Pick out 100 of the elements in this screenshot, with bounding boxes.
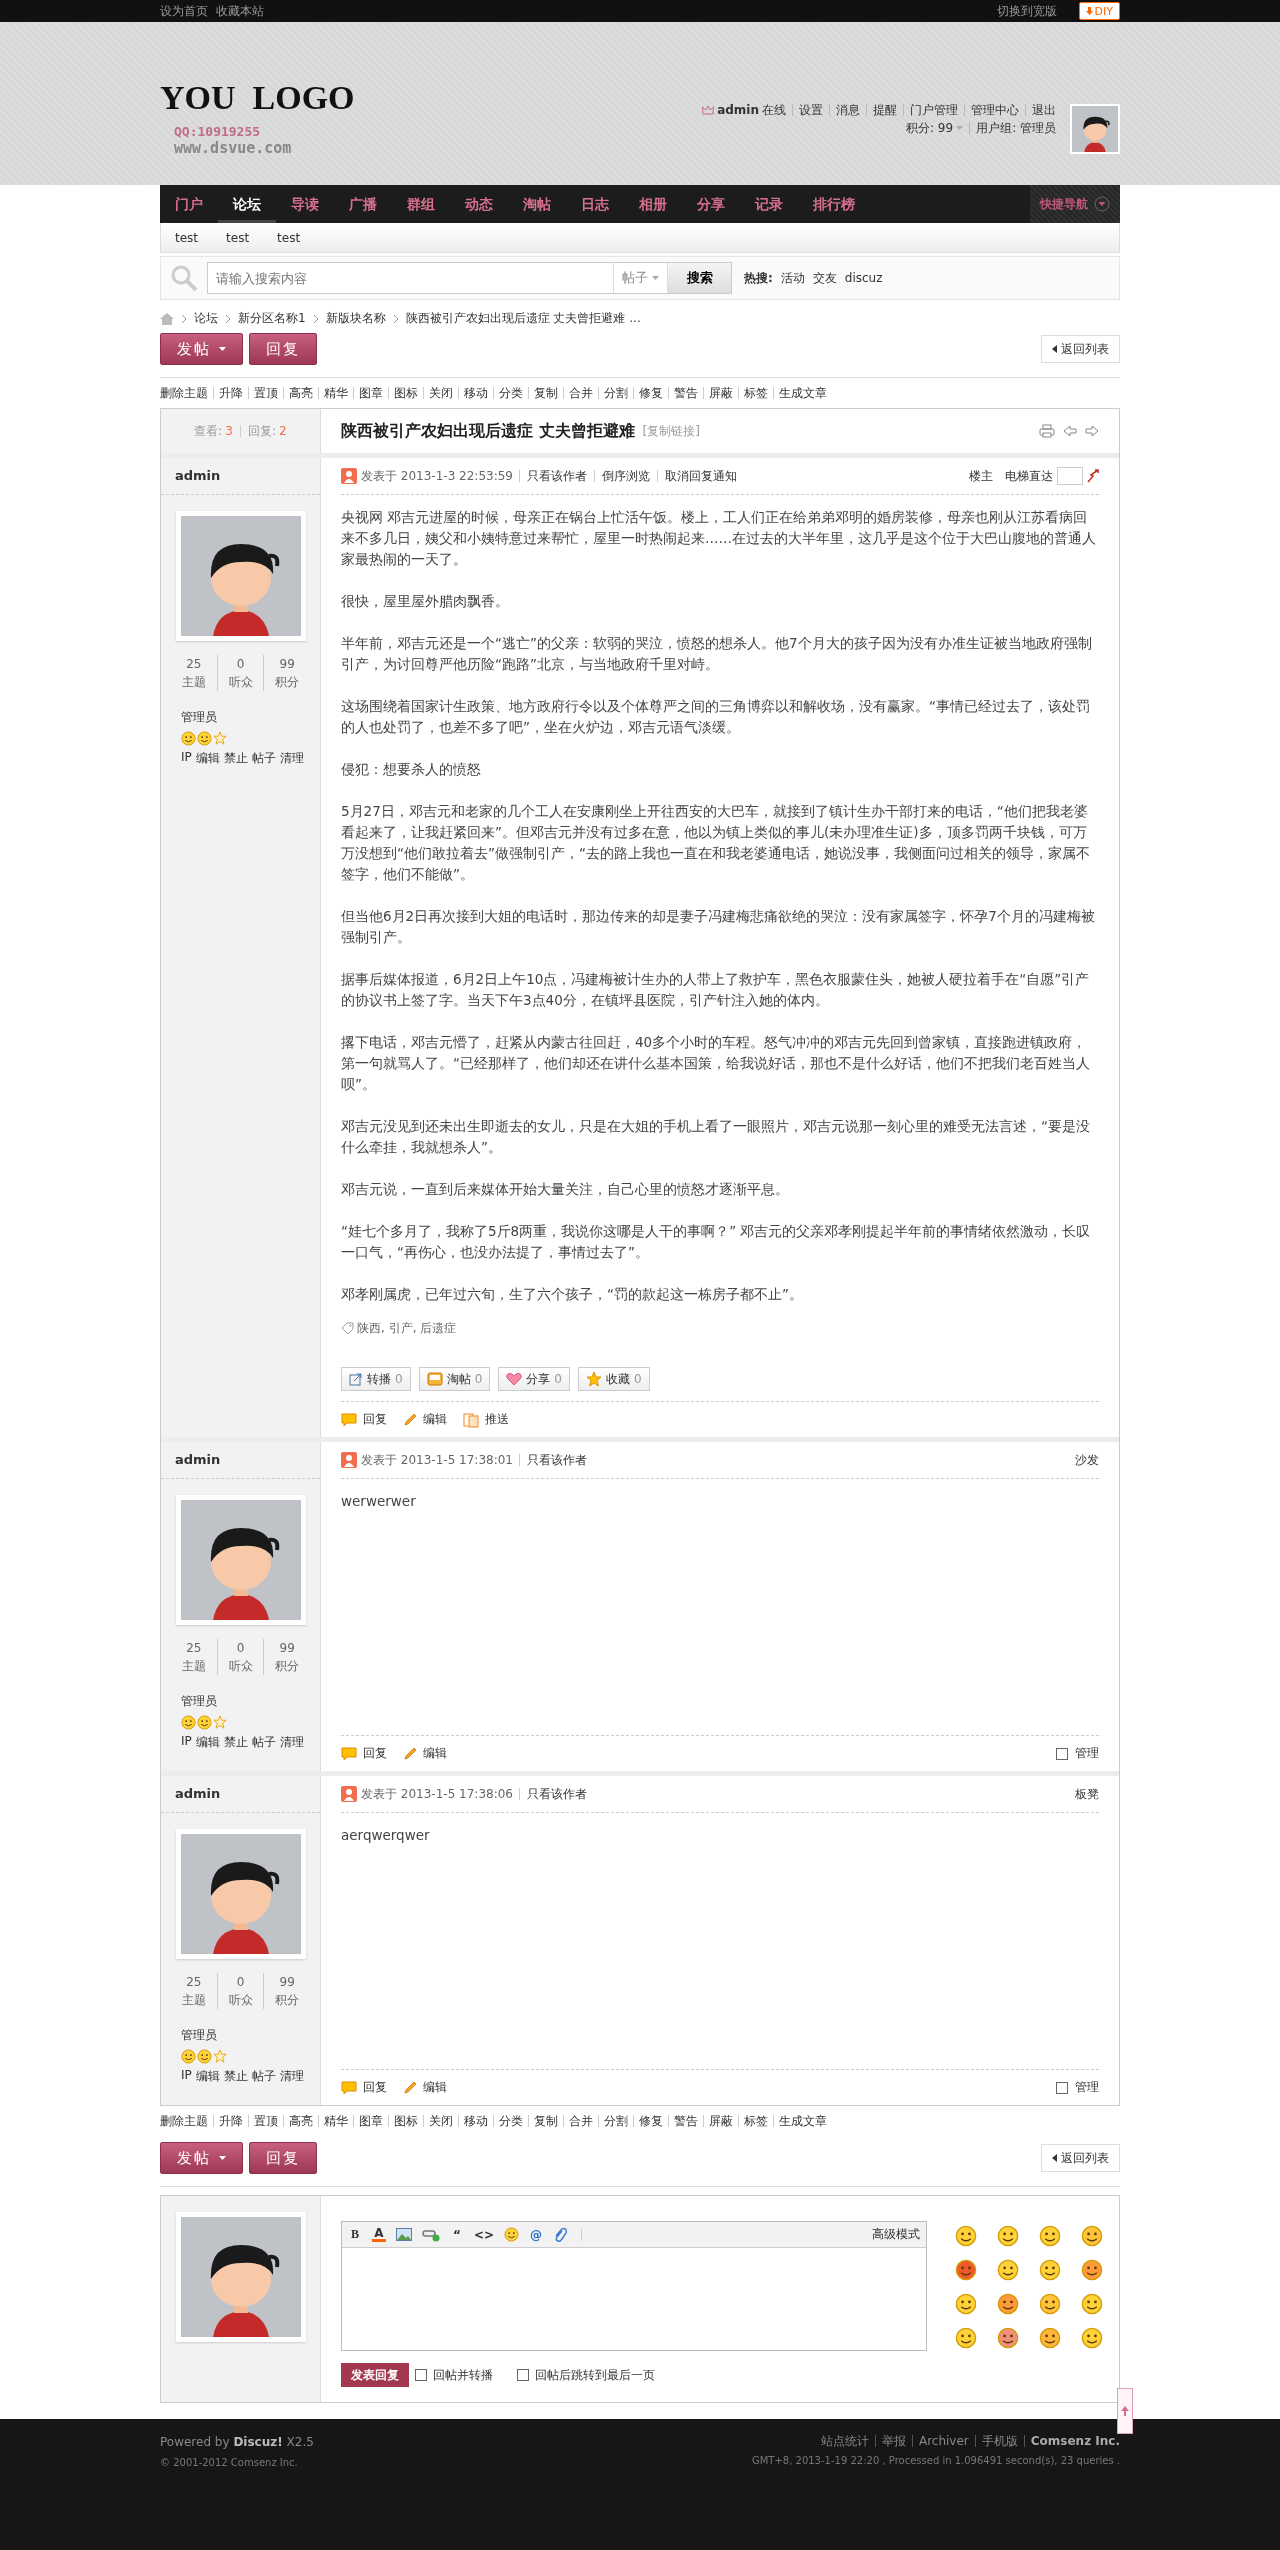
moderation-link[interactable]: 生成文章 [773, 2115, 832, 2127]
footer-link[interactable]: 举报 [874, 2435, 912, 2447]
nav-tab[interactable]: 淘帖 [508, 185, 566, 223]
admin-link[interactable]: 清理 [279, 1734, 304, 1751]
moderation-link[interactable]: 升降 [213, 2115, 248, 2127]
user-menu-link[interactable]: 管理中心 [964, 104, 1025, 116]
advanced-mode-link[interactable]: 高级模式 [872, 2226, 920, 2243]
user-group-label[interactable]: 用户组: 管理员 [969, 122, 1062, 134]
user-menu-link[interactable]: 消息 [829, 104, 866, 116]
moderation-link[interactable]: 删除主题 [160, 387, 213, 399]
post-meta-link[interactable]: 只看该作者 [519, 470, 594, 482]
sub-nav-link[interactable]: test [212, 230, 264, 245]
moderation-link[interactable]: 图标 [388, 2115, 423, 2127]
moderation-link[interactable]: 高亮 [283, 387, 318, 399]
moderation-link[interactable]: 置顶 [248, 387, 283, 399]
post-action-link[interactable]: 推送 [463, 1411, 509, 1428]
nav-tab[interactable]: 群组 [392, 185, 450, 223]
hot-search-link[interactable]: discuz [844, 271, 883, 285]
moderation-link[interactable]: 分类 [493, 387, 528, 399]
width-switch-link[interactable]: 切换到宽版 [996, 2, 1057, 20]
nav-tab[interactable]: 门户 [160, 185, 218, 223]
post-action-link[interactable]: 编辑 [403, 2079, 447, 2096]
user-menu-link[interactable]: 设置 [792, 104, 829, 116]
top-link[interactable]: 收藏本站 [216, 2, 264, 20]
share-button[interactable]: 淘帖 0 [418, 1367, 491, 1391]
moderation-link[interactable]: 生成文章 [773, 387, 832, 399]
go-arrow-icon[interactable] [1087, 469, 1099, 483]
post-action-link[interactable]: 回复 [341, 2079, 387, 2096]
admin-link[interactable]: 帖子 [251, 2068, 276, 2085]
moderation-link[interactable]: 分割 [598, 387, 633, 399]
post-action-link[interactable]: 回复 [341, 1411, 387, 1428]
moderation-link[interactable]: 警告 [668, 387, 703, 399]
image-icon[interactable] [396, 2228, 412, 2241]
search-field[interactable]: 请输入搜索内容 帖子 搜索 [207, 262, 732, 294]
paperclip-icon[interactable] [553, 2226, 568, 2243]
admin-link[interactable]: 清理 [279, 750, 304, 767]
new-post-button[interactable]: 发帖 [160, 333, 243, 365]
footer-link[interactable]: 手机版 [974, 2435, 1024, 2447]
nav-tab[interactable]: 动态 [450, 185, 508, 223]
nav-tab[interactable]: 排行榜 [798, 185, 870, 223]
moderation-link[interactable]: 修复 [633, 387, 668, 399]
footer-link[interactable]: Archiver [911, 2435, 975, 2447]
post-meta-link[interactable]: 只看该作者 [519, 1454, 594, 1466]
reply-button[interactable]: 回复 [249, 333, 317, 365]
user-menu-link[interactable]: 退出 [1025, 104, 1062, 116]
share-button[interactable]: 分享 0 [498, 1367, 570, 1391]
share-button[interactable]: 转播 0 [341, 1367, 411, 1391]
sub-nav-link[interactable]: test [161, 230, 213, 245]
nav-tab[interactable]: 广播 [334, 185, 392, 223]
user-menu-link[interactable]: 提醒 [866, 104, 903, 116]
moderation-link[interactable]: 置顶 [248, 2115, 283, 2127]
moderation-link[interactable]: 删除主题 [160, 2115, 213, 2127]
admin-link[interactable]: 编辑 [195, 1734, 220, 1751]
reply-button[interactable]: 回复 [249, 2142, 317, 2174]
admin-link[interactable]: 编辑 [195, 2068, 220, 2085]
moderation-link[interactable]: 关闭 [423, 387, 458, 399]
bold-button[interactable]: B [348, 2227, 362, 2242]
admin-link[interactable]: 禁止 [223, 1734, 248, 1751]
admin-link[interactable]: 编辑 [195, 750, 220, 767]
points-menu[interactable]: 积分: 99 [900, 122, 970, 134]
link-icon[interactable] [422, 2227, 440, 2242]
author-name[interactable]: admin [161, 1776, 320, 1813]
quote-button[interactable]: “ [450, 2227, 464, 2242]
author-name[interactable]: admin [161, 1442, 320, 1479]
admin-link[interactable]: IP [181, 1734, 192, 1751]
moderation-link[interactable]: 精华 [318, 2115, 353, 2127]
moderation-link[interactable]: 图章 [353, 387, 388, 399]
post-meta-link[interactable]: 倒序浏览 [594, 470, 657, 482]
moderation-link[interactable]: 升降 [213, 387, 248, 399]
submit-reply-button[interactable]: 发表回复 [341, 2363, 409, 2387]
moderation-link[interactable]: 屏蔽 [703, 2115, 738, 2127]
hot-search-link[interactable]: 活动 [780, 269, 805, 287]
hot-search-link[interactable]: 交友 [812, 269, 837, 287]
reply-option-checkbox[interactable]: 回帖后跳转到最后一页 [517, 2366, 655, 2384]
quick-nav-button[interactable]: 快捷导航 [1030, 185, 1120, 223]
search-button[interactable]: 搜索 [667, 263, 731, 293]
share-button[interactable]: 收藏 0 [577, 1367, 650, 1391]
mention-button[interactable]: @ [529, 2227, 544, 2242]
admin-link[interactable]: IP [181, 750, 192, 767]
moderation-link[interactable]: 移动 [458, 2115, 493, 2127]
author-name[interactable]: admin [161, 458, 320, 495]
moderation-link[interactable]: 复制 [528, 2115, 563, 2127]
new-post-button[interactable]: 发帖 [160, 2142, 243, 2174]
breadcrumb-link[interactable]: 陕西被引产农妇出现后遗症 丈夫曾拒避难 ... [405, 310, 641, 327]
admin-link[interactable]: 清理 [279, 2068, 304, 2085]
moderation-link[interactable]: 移动 [458, 387, 493, 399]
post-tags[interactable]: 陕西, 引产, 后遗症 [357, 1318, 457, 1339]
moderation-link[interactable]: 标签 [738, 2115, 773, 2127]
user-menu-link[interactable]: 门户管理 [903, 104, 964, 116]
previous-arrow-icon[interactable] [1063, 425, 1077, 437]
moderation-link[interactable]: 图标 [388, 387, 423, 399]
moderation-link[interactable]: 高亮 [283, 2115, 318, 2127]
sub-nav-link[interactable]: test [263, 230, 315, 245]
admin-link[interactable]: IP [181, 2068, 192, 2085]
breadcrumb-link[interactable]: 新分区名称1 [238, 310, 306, 327]
nav-tab[interactable]: 相册 [624, 185, 682, 223]
moderation-link[interactable]: 分类 [493, 2115, 528, 2127]
code-button[interactable]: <> [474, 2227, 495, 2242]
nav-tab[interactable]: 分享 [682, 185, 740, 223]
post-action-link[interactable]: 编辑 [403, 1745, 447, 1762]
